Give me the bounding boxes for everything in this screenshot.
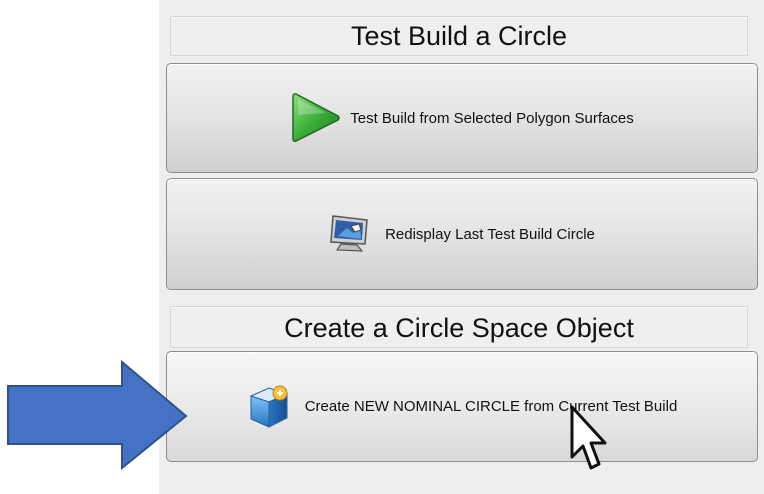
section-header-test-build: Test Build a Circle (170, 16, 748, 56)
play-icon (290, 91, 342, 145)
redisplay-button-label: Redisplay Last Test Build Circle (385, 225, 595, 243)
section-header-create-object: Create a Circle Space Object (170, 306, 748, 348)
test-build-button[interactable]: Test Build from Selected Polygon Surface… (166, 63, 758, 173)
screenshot-stage: Test Build a Circle Test Build from Sele… (0, 0, 764, 494)
test-build-button-label: Test Build from Selected Polygon Surface… (350, 109, 634, 127)
mouse-pointer-icon (570, 405, 607, 470)
section-title: Create a Circle Space Object (284, 313, 634, 343)
arrow-right-icon (7, 360, 188, 470)
section-title: Test Build a Circle (350, 21, 568, 51)
monitor-icon (329, 214, 371, 254)
create-button-label: Create NEW NOMINAL CIRCLE from Current T… (304, 398, 678, 415)
create-nominal-circle-button[interactable]: Create NEW NOMINAL CIRCLE from Current T… (166, 351, 758, 462)
redisplay-button[interactable]: Redisplay Last Test Build Circle (166, 178, 758, 290)
cube-icon (247, 384, 291, 430)
